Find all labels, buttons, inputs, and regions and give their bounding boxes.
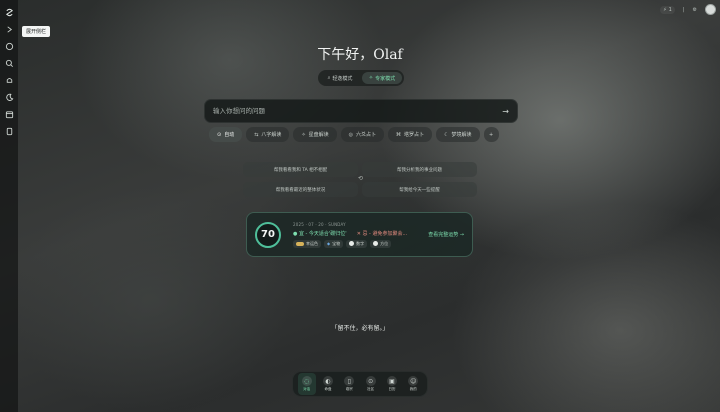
mode-label: 专家模式 <box>375 75 396 82</box>
dock-book[interactable]: ▯ 卷宗 <box>340 373 358 395</box>
mode-expert-button[interactable]: ✧ 专家模式 <box>362 72 402 84</box>
chart-icon: ◐ <box>322 376 333 386</box>
tarot-icon: ⌘ <box>396 131 402 138</box>
divider: | <box>682 6 685 13</box>
mode-label: 轻逸模式 <box>332 75 353 82</box>
bottom-dock: ◌ 对话 ◐ 命盘 ▯ 卷宗 ⊙ 社区 ▣ 日历 ☺ 我的 <box>292 371 428 397</box>
suggestion-left-2[interactable]: 帮我看看最近的整体状况 <box>243 182 358 197</box>
moon-icon[interactable] <box>2 90 16 104</box>
chip-astro[interactable]: ✧ 星盘解读 <box>293 127 337 142</box>
points-badge[interactable]: ⚡ 1 <box>660 5 675 14</box>
moon-icon: ☾ <box>444 131 449 138</box>
fortune-bad: ✕ 忌 - 避免参加聚会... <box>356 230 408 237</box>
chip-label: 自动 <box>224 132 235 138</box>
gear-icon[interactable]: ⚙ <box>693 7 697 13</box>
suggestion-right-2[interactable]: 帮我给今天一些提醒 <box>362 182 477 197</box>
tag-treasure: ◆ 宝物 <box>324 239 344 248</box>
tag-label: 宝物 <box>332 240 341 246</box>
chip-label: 塔罗占卜 <box>404 132 425 138</box>
sparkle-icon: ✧ <box>368 75 374 81</box>
chip-tarot[interactable]: ⌘ 塔罗占卜 <box>388 127 433 142</box>
page-title: 下午好，Olaf <box>317 47 403 63</box>
tag-number: 数字 <box>346 239 368 248</box>
daily-fortune-card[interactable]: 70 2025 · 07 · 20 · SUNDAY ● 宜 - 今天适合'碳归… <box>246 212 473 257</box>
tag-direction: 方位 <box>370 239 392 248</box>
chat-icon: ◌ <box>301 376 312 386</box>
send-arrow-icon[interactable]: → <box>502 107 509 116</box>
gem-icon: ◆ <box>327 241 331 246</box>
category-chips: ⊙ 自动 ⇆ 八字解读 ✧ 星盘解读 ◎ 六爻占卜 ⌘ 塔罗占卜 ☾ 梦境解读 … <box>209 127 499 142</box>
dock-label: 卷宗 <box>345 387 353 391</box>
fortune-good: ● 宜 - 今天适合'碳归位' <box>293 230 347 237</box>
dock-label: 社区 <box>367 387 375 391</box>
dock-label: 日历 <box>388 387 396 391</box>
bazi-icon: ⇆ <box>254 131 259 138</box>
calendar-icon[interactable] <box>2 107 16 121</box>
top-right-bar: ⚡ 1 | ⚙ <box>660 4 716 15</box>
search-input[interactable] <box>213 107 503 115</box>
mode-toggle: ⌕ 轻逸模式 ✧ 专家模式 <box>318 70 404 86</box>
tag-label: 方位 <box>380 240 389 246</box>
coin-icon: ◎ <box>348 131 354 138</box>
lightning-icon: ⚡ <box>663 6 667 13</box>
star-icon: ✧ <box>301 131 306 138</box>
dock-profile[interactable]: ☺ 我的 <box>404 373 422 395</box>
dock-calendar[interactable]: ▣ 日历 <box>383 373 401 395</box>
chip-label: 六爻占卜 <box>356 132 377 138</box>
chip-liuyao[interactable]: ◎ 六爻占卜 <box>340 127 385 142</box>
chip-bazi[interactable]: ⇆ 八字解读 <box>246 127 290 142</box>
tag-lucky-color: 幸运色 <box>293 239 321 248</box>
dock-label: 命盘 <box>324 387 332 391</box>
book-icon: ▯ <box>344 376 355 386</box>
dot-icon <box>349 241 355 246</box>
tag-label: 幸运色 <box>306 240 318 246</box>
points-count: 1 <box>668 6 672 13</box>
calendar-icon: ▣ <box>386 376 397 386</box>
chip-label: 星盘解读 <box>308 132 329 138</box>
chip-more-button[interactable]: + <box>483 127 499 142</box>
view-full-fortune-link[interactable]: 查看完整运势 → <box>428 231 464 238</box>
auto-icon: ⊙ <box>217 131 222 138</box>
dot-icon <box>373 241 379 246</box>
chip-auto[interactable]: ⊙ 自动 <box>209 127 243 142</box>
dock-community[interactable]: ⊙ 社区 <box>362 373 380 395</box>
plus-icon: + <box>488 131 494 138</box>
quote: 「留不住，必有留。」 <box>331 325 389 332</box>
suggestion-right-1[interactable]: 帮我分析我的事业问题 <box>362 162 477 177</box>
chip-label: 八字解读 <box>261 132 282 138</box>
fortune-score: 70 <box>255 221 281 248</box>
compass-icon: ⊙ <box>365 376 376 386</box>
fortune-date: 2025 · 07 · 20 · SUNDAY <box>293 221 346 227</box>
fortune-body: 2025 · 07 · 20 · SUNDAY ● 宜 - 今天适合'碳归位' … <box>293 222 422 248</box>
user-icon: ☺ <box>408 376 419 386</box>
refresh-icon[interactable]: ⟲ <box>358 175 363 182</box>
logo-icon[interactable] <box>2 5 16 19</box>
search-icon: ⌕ <box>327 75 331 81</box>
fortune-lines: ● 宜 - 今天适合'碳归位' ✕ 忌 - 避免参加聚会... <box>293 230 422 237</box>
dock-label: 对话 <box>303 387 311 391</box>
dock-label: 我的 <box>409 387 417 391</box>
suggestion-left-1[interactable]: 帮我看看我和 TA 相不相配 <box>243 162 358 177</box>
search-bar: → <box>204 99 518 123</box>
tag-label: 数字 <box>356 240 365 246</box>
book-icon[interactable] <box>2 124 16 138</box>
dock-chat[interactable]: ◌ 对话 <box>297 373 316 395</box>
expand-icon[interactable] <box>2 22 16 36</box>
chip-dream[interactable]: ☾ 梦境解读 <box>436 127 480 142</box>
bell-icon[interactable] <box>2 73 16 87</box>
fortune-tags: 幸运色 ◆ 宝物 数字 方位 <box>293 239 422 248</box>
mode-light-button[interactable]: ⌕ 轻逸模式 <box>320 72 360 84</box>
avatar[interactable] <box>705 4 716 15</box>
sidebar-tooltip: 展开侧栏 <box>22 26 51 37</box>
dock-chart[interactable]: ◐ 命盘 <box>319 373 337 395</box>
color-swatch <box>296 241 304 246</box>
chip-label: 梦境解读 <box>451 132 472 138</box>
